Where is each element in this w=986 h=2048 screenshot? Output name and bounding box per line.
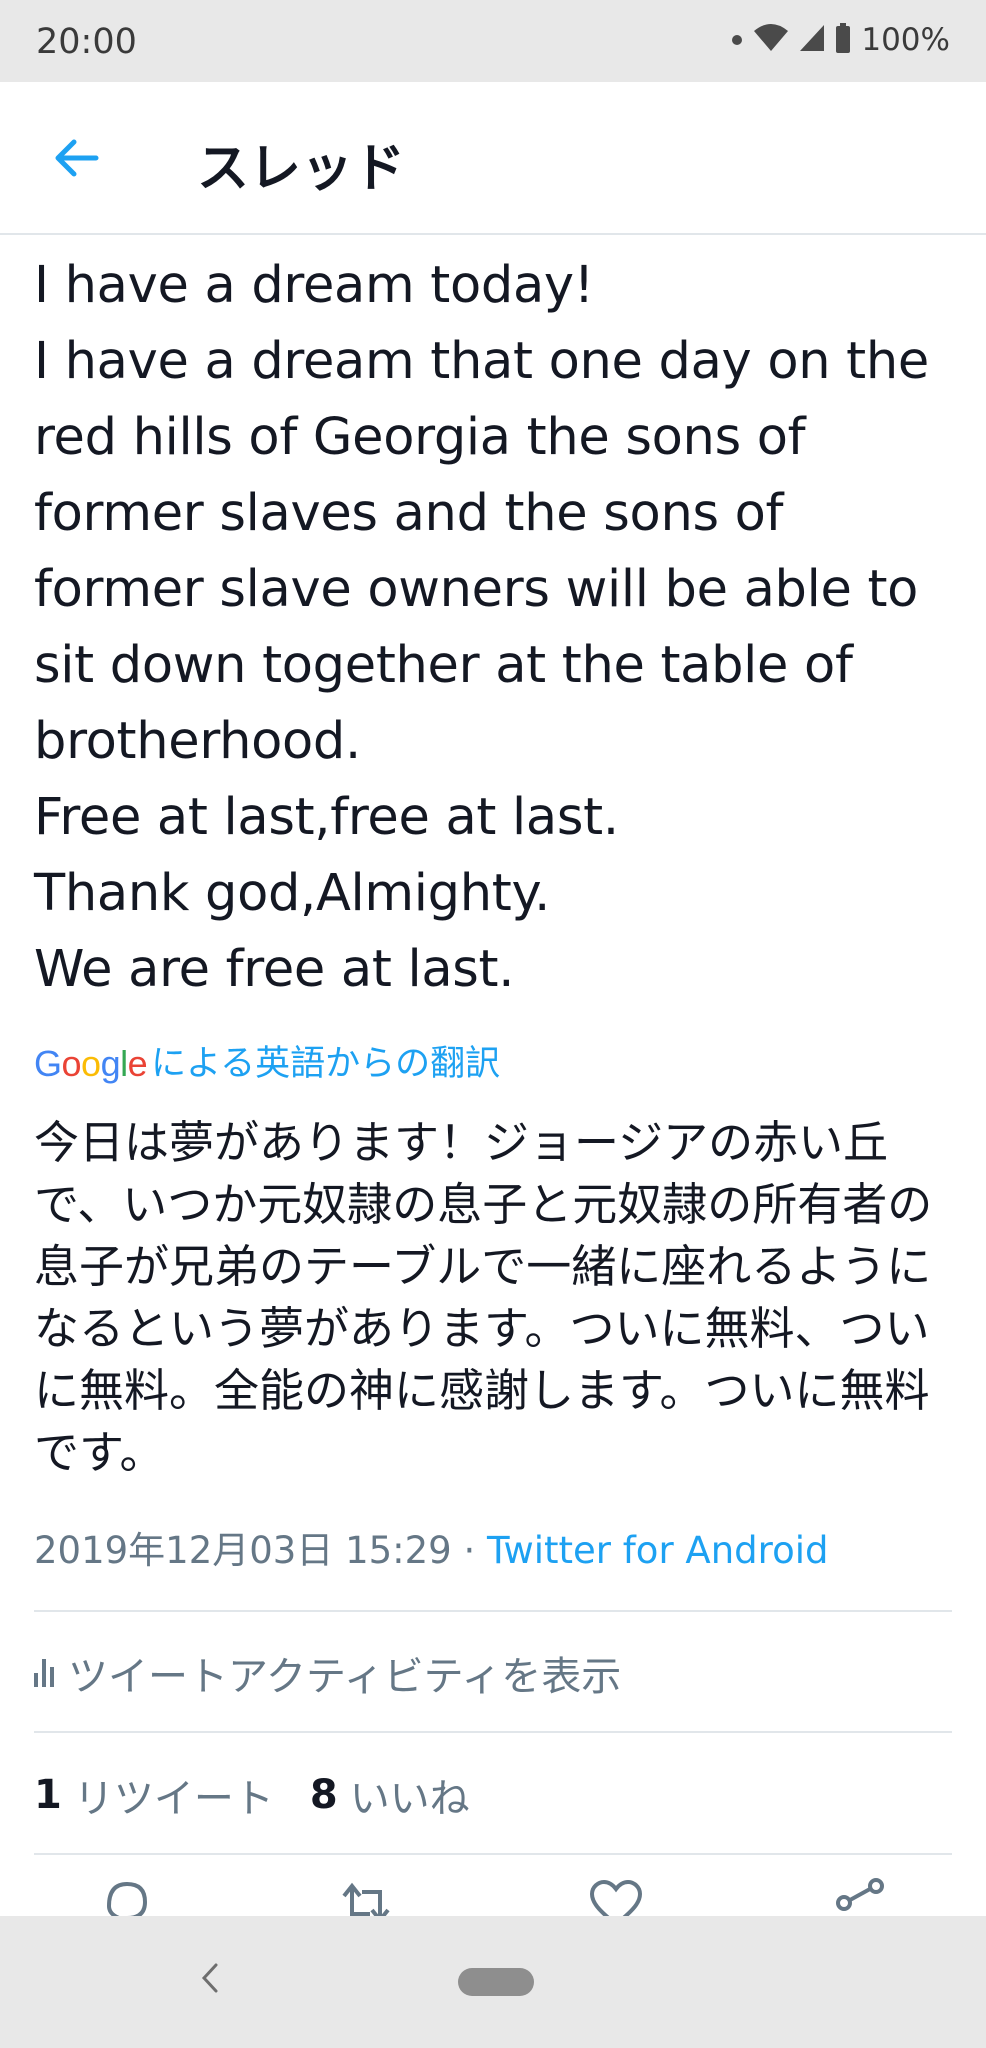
retweet-count-label: リツイート [73,1776,274,1822]
translation-attribution[interactable]: Google による英語からの翻訳 [34,1040,500,1088]
engagement-counts: 1 リツイート 8 いいね [34,1742,506,1848]
tweet-source-link[interactable]: Twitter for Android [487,1529,828,1572]
tweet-text: I have a dream today! I have a dream tha… [34,256,929,999]
divider [34,1853,952,1855]
like-button[interactable] [586,1878,646,1918]
battery-percent: 100% [861,22,950,58]
back-button[interactable] [38,122,114,198]
status-icons: 100% [731,22,950,58]
retweet-count-value: 1 [34,1772,62,1818]
retweet-count[interactable]: 1 リツイート [34,1766,274,1824]
like-count[interactable]: 8 いいね [310,1766,470,1824]
home-pill-icon[interactable] [458,1968,534,1996]
google-logo: Google [34,1043,148,1084]
page-title: スレッド [197,139,406,199]
nav-back-button[interactable] [180,1950,240,2010]
retweet-button[interactable] [336,1878,396,1918]
status-time: 20:00 [36,22,137,62]
translation-label: による英語からの翻訳 [151,1044,501,1084]
arrow-left-icon [52,138,100,182]
meta-separator: · [451,1529,488,1572]
battery-icon [835,23,851,57]
translated-text: 今日は夢があります！ジョージアの赤い丘で、いつか元奴隷の息子と元奴隷の所有者の息… [34,1116,933,1479]
tweet-activity-label: ツイートアクティビティを表示 [68,1654,622,1700]
tweet-timestamp: 2019年12月03日 15:29 [34,1529,452,1572]
activity-bars-icon [34,1659,54,1687]
status-bar: 20:00 100% [0,0,986,82]
retweet-icon [336,1878,396,1918]
system-nav-bar [0,1916,986,2048]
tweet-meta: 2019年12月03日 15:29 · Twitter for Android [34,1525,828,1577]
like-count-label: いいね [349,1776,470,1822]
cellular-signal-icon [799,24,825,56]
like-count-value: 8 [309,1772,338,1818]
share-button[interactable] [830,1878,890,1918]
tweet-actions [0,1878,986,1918]
like-icon [588,1878,644,1918]
notification-dot-icon [731,31,743,50]
divider [34,1610,952,1612]
app-bar: スレッド [0,82,986,235]
chevron-left-icon [198,1961,222,1999]
wifi-icon [753,23,789,57]
tweet-activity-button[interactable]: ツイートアクティビティを表示 [34,1620,621,1726]
share-icon [830,1878,890,1918]
reply-icon [99,1878,153,1918]
reply-button[interactable] [96,1878,156,1918]
divider [34,1731,952,1733]
